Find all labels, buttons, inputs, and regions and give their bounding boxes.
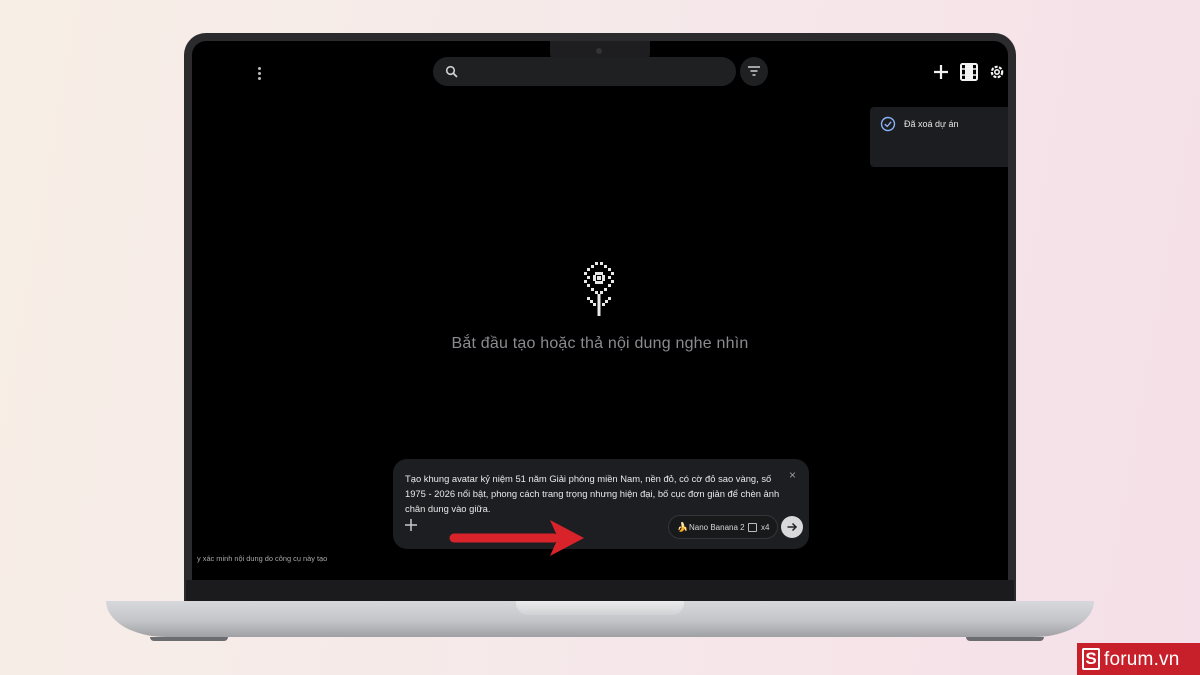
laptop-groove: [516, 601, 684, 615]
gear-icon[interactable]: [988, 61, 1006, 83]
camera-dot: [596, 48, 602, 54]
laptop-foot-right: [966, 637, 1044, 641]
plus-icon[interactable]: [932, 61, 950, 83]
disclaimer-text: y xác minh nội dung do công cụ này tạo: [197, 554, 328, 563]
laptop-base: [106, 601, 1094, 637]
arrow-right-icon: [787, 522, 798, 532]
deleted-project-toast: Đã xoá dự án: [870, 107, 1008, 167]
model-selector[interactable]: 🍌 Nano Banana 2 x4: [668, 515, 778, 539]
prompt-input[interactable]: Tạo khung avatar kỷ niệm 51 năm Giải phó…: [405, 471, 791, 516]
filter-icon: [748, 66, 760, 76]
output-count: x4: [761, 523, 770, 532]
app-screen: Đã xoá dự án Bắt đầu tạo hoặc thả nội du…: [192, 41, 1008, 581]
filter-button[interactable]: [740, 57, 768, 86]
search-icon: [445, 65, 458, 78]
check-circle-icon: [880, 116, 896, 132]
forum-logo: S forum.vn: [1077, 643, 1200, 675]
image-output-icon: [748, 523, 757, 532]
red-arrow-annotation: [449, 520, 584, 556]
search-input[interactable]: [433, 57, 736, 86]
empty-state-text: Bắt đầu tạo hoặc thả nội dung nghe nhìn: [451, 335, 749, 352]
add-media-icon[interactable]: [404, 518, 418, 532]
logo-text: forum.vn: [1104, 649, 1180, 670]
toast-message: Đã xoá dự án: [904, 119, 959, 129]
banana-icon: 🍌: [677, 522, 689, 532]
flower-icon: [584, 262, 614, 316]
laptop-foot-left: [150, 637, 228, 641]
logo-s-letter: S: [1082, 648, 1100, 670]
close-icon[interactable]: ×: [789, 468, 796, 482]
more-options-icon[interactable]: [252, 65, 266, 81]
send-button[interactable]: [781, 516, 803, 538]
model-name: Nano Banana 2: [689, 523, 745, 532]
film-icon[interactable]: [959, 61, 979, 83]
